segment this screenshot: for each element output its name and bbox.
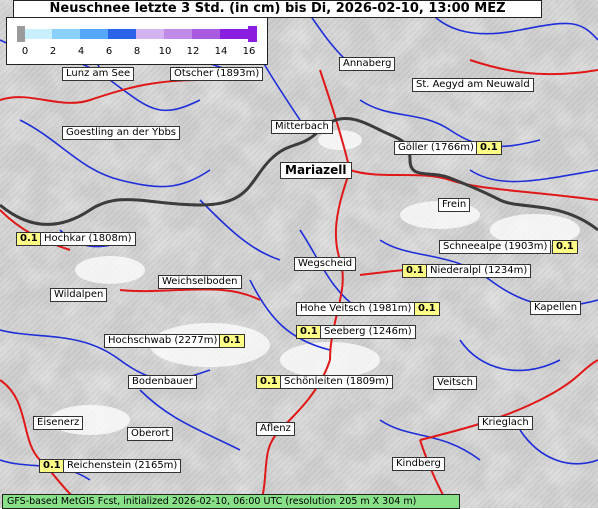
place-aflenz: Aflenz — [256, 422, 295, 436]
legend-tick: 12 — [186, 46, 200, 57]
legend-tick: 2 — [49, 46, 57, 57]
place-bodenbauer: Bodenbauer — [128, 375, 197, 389]
place-goestling: Goestling an der Ybbs — [62, 126, 181, 140]
value-seeberg: 0.1 — [296, 325, 322, 339]
place-mariazell: Mariazell — [280, 162, 352, 179]
place-kindberg: Kindberg — [392, 457, 445, 471]
map-title: Neuschnee letzte 3 Std. (in cm) bis Di, … — [13, 0, 542, 18]
place-st-aegyd: St. Aegyd am Neuwald — [412, 78, 534, 92]
legend-tick: 16 — [242, 46, 256, 57]
place-hochkar: Hochkar (1808m) — [40, 232, 136, 246]
place-goeller: Göller (1766m) — [394, 141, 478, 155]
place-seeberg: Seeberg (1246m) — [320, 325, 416, 339]
place-hochschwab: Hochschwab (2277m) — [104, 334, 222, 348]
place-reichenstein: Reichenstein (2165m) — [63, 459, 182, 473]
place-oetscher: Ötscher (1893m) — [170, 67, 264, 81]
value-schoenleiten: 0.1 — [256, 375, 282, 389]
value-hochkar: 0.1 — [16, 232, 42, 246]
legend-tick: 4 — [77, 46, 85, 57]
legend-tick: 6 — [105, 46, 113, 57]
value-schneealpe: 0.1 — [552, 240, 578, 254]
place-wildalpen: Wildalpen — [50, 288, 108, 302]
legend-swatch-12 — [164, 29, 192, 39]
place-krieglach: Krieglach — [478, 416, 533, 430]
place-kapellen: Kapellen — [530, 301, 582, 315]
legend-colorbar — [17, 26, 257, 42]
value-reichenstein: 0.1 — [39, 459, 65, 473]
legend-tick: 10 — [158, 46, 172, 57]
forecast-footer: GFS-based MetGIS Fcst, initialized 2026-… — [2, 494, 460, 509]
legend-swatch-zero — [17, 26, 25, 42]
place-niederalpl: Niederalpl (1234m) — [426, 264, 532, 278]
value-hochschwab: 0.1 — [219, 334, 245, 348]
place-oberort: Oberort — [127, 427, 174, 441]
place-hohe-veitsch: Hohe Veitsch (1981m) — [296, 302, 416, 316]
legend-tick: 0 — [21, 46, 29, 57]
place-eisenerz: Eisenerz — [33, 416, 84, 430]
legend-swatch-6 — [80, 29, 108, 39]
snow-legend: 0 2 4 6 8 10 12 14 16 — [6, 17, 268, 65]
value-goeller: 0.1 — [476, 141, 502, 155]
place-schneealpe: Schneealpe (1903m) — [439, 240, 552, 254]
legend-swatch-14 — [192, 29, 220, 39]
place-frein: Frein — [438, 198, 471, 212]
legend-swatch-4 — [52, 29, 80, 39]
value-hohe-veitsch: 0.1 — [414, 302, 440, 316]
place-mitterbach: Mitterbach — [271, 120, 333, 134]
legend-swatch-16 — [220, 29, 248, 39]
legend-tick: 8 — [133, 46, 141, 57]
legend-swatch-max — [248, 26, 257, 42]
place-lunz: Lunz am See — [62, 67, 135, 81]
place-schoenleiten: Schönleiten (1809m) — [280, 375, 393, 389]
legend-swatch-10 — [136, 29, 164, 39]
legend-swatch-8 — [108, 29, 136, 39]
legend-swatch-2 — [25, 29, 52, 39]
value-niederalpl: 0.1 — [402, 264, 428, 278]
place-veitsch: Veitsch — [433, 376, 477, 390]
place-weichselboden: Weichselboden — [158, 275, 242, 289]
place-annaberg: Annaberg — [339, 57, 396, 71]
legend-tick: 14 — [214, 46, 228, 57]
place-wegscheid: Wegscheid — [294, 257, 357, 271]
